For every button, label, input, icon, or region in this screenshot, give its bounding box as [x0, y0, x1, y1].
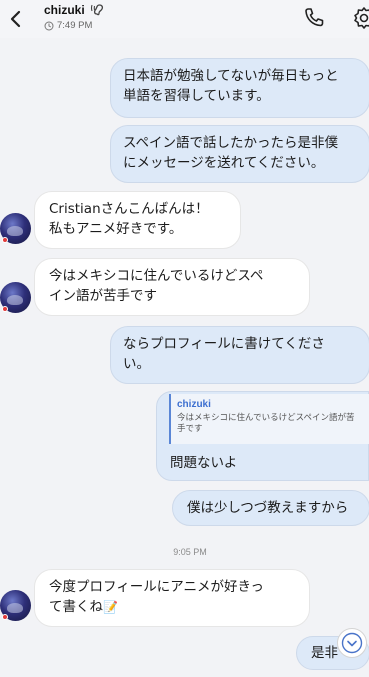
last-seen-time: 7:49 PM	[57, 20, 93, 31]
incoming-message[interactable]: 今度プロフィールにアニメが好きっ て書くね📝	[34, 569, 310, 627]
last-seen-row: 7:49 PM	[44, 20, 92, 31]
incoming-message-text: 今度プロフィールにアニメが好きっ て書くね	[49, 579, 264, 615]
clock-icon	[44, 21, 54, 30]
reply-text: 問題ないよ	[170, 455, 238, 471]
quoted-message[interactable]: chizuki 今はメキシコに住んでいるけどスペイン語が苦 手です	[169, 394, 369, 444]
outgoing-message[interactable]: スペイン語で話したかったら是非僕 にメッセージを送れてください。	[110, 125, 369, 183]
memo-emoji: 📝	[103, 600, 118, 614]
online-status-dot	[2, 237, 8, 243]
contact-name[interactable]: chizuki	[44, 3, 85, 17]
quoted-author: chizuki	[177, 399, 211, 410]
online-status-dot	[2, 306, 8, 312]
gear-icon[interactable]	[350, 4, 369, 32]
incoming-message[interactable]: Cristianさんこんばんは！ 私もアニメ好きです。	[34, 191, 241, 249]
chevron-down-icon	[341, 632, 363, 654]
call-icon[interactable]	[300, 4, 328, 32]
outgoing-message[interactable]: 日本語が勉強してないが毎日もっと 単語を習得しています。	[110, 58, 369, 118]
message-timestamp: 9:05 PM	[173, 547, 207, 557]
back-arrow-icon[interactable]	[6, 8, 26, 30]
voice-icon	[90, 4, 104, 16]
outgoing-message[interactable]: ならプロフィールに書けてくださ い。	[110, 326, 369, 384]
outgoing-message[interactable]: 僕は少しつづ教えますから	[172, 490, 369, 526]
online-status-dot	[2, 614, 8, 620]
quoted-text: 今はメキシコに住んでいるけどスペイン語が苦 手です	[177, 413, 355, 434]
scroll-to-bottom-button[interactable]	[337, 628, 367, 658]
chat-header: chizuki 7:49 PM	[0, 0, 369, 38]
incoming-message[interactable]: 今はメキシコに住んでいるけどスペ イン語が苦手です	[34, 258, 310, 316]
